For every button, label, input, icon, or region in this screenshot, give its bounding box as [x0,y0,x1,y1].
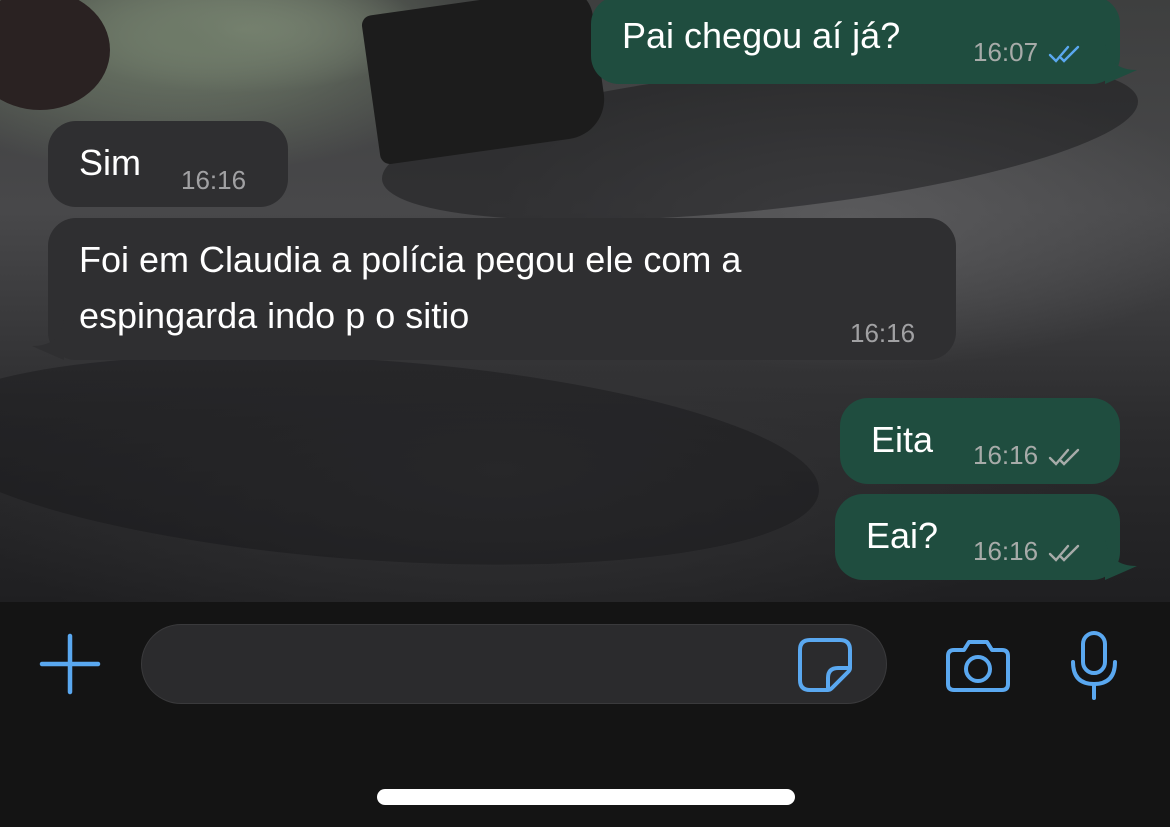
message-bubble-outgoing[interactable]: Pai chegou aí já? 16:07 [591,0,1137,84]
delivered-ticks-icon [1048,448,1080,466]
message-text: Sim [79,142,141,183]
bubble-tail [32,320,64,360]
sticker-button[interactable] [796,636,854,694]
delivered-ticks-icon [1048,544,1080,562]
plus-icon [39,633,101,695]
bubble-tail [1105,44,1137,84]
message-text: Eita [871,419,934,460]
message-text: Eai? [866,515,939,556]
wallpaper-hand [0,0,110,110]
message-time: 16:07 [973,37,1082,67]
message-timestamp: 16:16 [181,165,247,195]
camera-icon [946,640,1010,692]
message-bubble-incoming[interactable]: Foi em Claudia a polícia pegou ele com a… [32,218,956,360]
bubble-tail [1105,540,1137,580]
message-timestamp: 16:07 [973,37,1039,67]
message-timestamp: 16:16 [850,318,916,348]
message-bubble-outgoing[interactable]: Eai? 16:16 [835,494,1137,580]
attach-button[interactable] [38,632,102,696]
message-text: Pai chegou aí já? [622,15,901,56]
microphone-button[interactable] [1068,630,1120,702]
message-bubble-outgoing[interactable]: Eita 16:16 [840,398,1120,484]
message-input[interactable] [141,624,887,704]
microphone-icon [1071,631,1117,700]
message-time: 16:16 [181,165,246,195]
home-indicator[interactable] [377,789,795,805]
camera-button[interactable] [944,636,1012,694]
message-time: 16:16 [973,440,1082,470]
message-timestamp: 16:16 [973,440,1039,470]
message-time: 16:16 [973,536,1082,566]
read-ticks-icon [1048,45,1080,63]
message-text-line: espingarda indo p o sitio [79,295,470,336]
sticker-icon [798,638,852,692]
chat-area[interactable]: Pai chegou aí já? 16:07 Sim 16:16 Foi em… [0,0,1170,602]
message-timestamp: 16:16 [973,536,1039,566]
message-bubble-incoming[interactable]: Sim 16:16 [48,121,288,207]
message-text-line: Foi em Claudia a polícia pegou ele com a [79,239,742,280]
message-time: 16:16 [850,318,915,348]
wallpaper-fold [0,328,826,592]
